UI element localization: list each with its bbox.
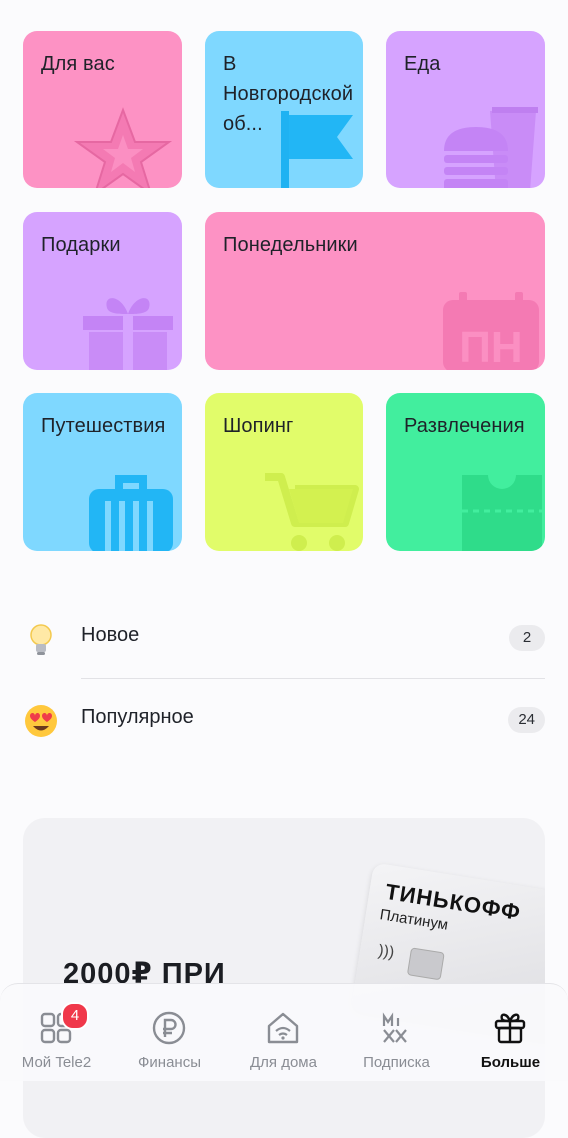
category-tile-shopping[interactable]: Шопинг (205, 393, 363, 551)
light-bulb-icon (30, 624, 52, 655)
tile-label: Для вас (41, 53, 115, 75)
notification-badge: 4 (61, 1002, 89, 1030)
tile-label: Понедельники (223, 234, 358, 256)
gift-icon (83, 298, 173, 370)
calendar-monday-icon: ПН (443, 292, 539, 370)
tile-label: Шопинг (223, 415, 294, 437)
nav-label: Мой Tele2 (21, 1054, 92, 1071)
nav-label: Финансы (138, 1054, 201, 1071)
category-tile-food[interactable]: Еда (386, 31, 545, 188)
home-wifi-icon (267, 1012, 299, 1044)
nav-label: Подписка (363, 1054, 430, 1071)
star-icon (73, 107, 173, 188)
nav-label: Больше (480, 1054, 541, 1071)
suitcase-icon (89, 475, 173, 551)
mix-logo-icon (382, 1012, 407, 1043)
svg-text:ПН: ПН (459, 323, 522, 370)
category-tile-for-you[interactable]: Для вас (23, 31, 182, 188)
ruble-icon (152, 1011, 186, 1045)
ticket-icon (462, 475, 542, 551)
tile-label: В Новгородской об... (223, 53, 354, 135)
burger-drink-icon (444, 107, 538, 188)
tile-label: Еда (404, 53, 441, 75)
count-badge: 24 (508, 707, 545, 733)
contactless-icon: ))) (376, 942, 396, 962)
nav-my-tele2[interactable]: 4 Мой Tele2 (0, 984, 113, 1081)
nav-label: Для дома (250, 1054, 317, 1071)
category-tile-entertainment[interactable]: Развлечения (386, 393, 545, 551)
nav-finance[interactable]: Финансы (113, 984, 226, 1081)
category-tile-travel[interactable]: Путешествия (23, 393, 182, 551)
card-chip (406, 947, 445, 981)
bottom-navigation: 4 Мой Tele2 Финансы Для дома Подписка Бо… (0, 983, 568, 1081)
heart-eyes-emoji-icon (25, 705, 57, 737)
list-item-label: Новое (81, 624, 140, 646)
gift-icon (494, 1013, 526, 1044)
list-item-new[interactable]: Новое 2 (0, 598, 568, 678)
tile-label: Развлечения (404, 415, 525, 437)
category-tile-mondays[interactable]: Понедельники ПН (205, 212, 545, 370)
category-tile-region[interactable]: В Новгородской об... (205, 31, 363, 188)
count-badge: 2 (509, 625, 545, 651)
tile-label: Подарки (41, 234, 121, 256)
nav-more[interactable]: Больше (454, 984, 567, 1081)
nav-home[interactable]: Для дома (227, 984, 340, 1081)
divider (81, 678, 545, 679)
promo-banner[interactable]: 2000₽ ПРИ ТИНЬКОФФ Платинум ))) (23, 818, 545, 1138)
category-tile-gifts[interactable]: Подарки (23, 212, 182, 370)
tile-label: Путешествия (41, 415, 166, 437)
list-item-label: Популярное (81, 706, 194, 728)
shopping-cart-icon (265, 473, 359, 551)
list-item-popular[interactable]: Популярное 24 (0, 680, 568, 760)
nav-subscription[interactable]: Подписка (340, 984, 453, 1081)
